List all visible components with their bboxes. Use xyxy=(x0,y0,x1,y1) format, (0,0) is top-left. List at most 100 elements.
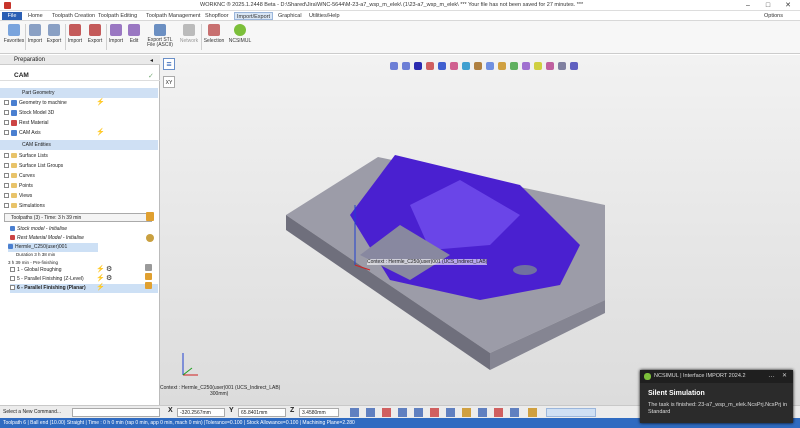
tp-global-roughing[interactable]: 1 - Global Roughing xyxy=(10,266,61,275)
view-icon[interactable] xyxy=(390,62,398,70)
maximize-button[interactable]: □ xyxy=(758,0,778,11)
snap-icon[interactable] xyxy=(398,408,407,417)
checkbox[interactable] xyxy=(4,153,9,159)
import-button-3[interactable]: Import xyxy=(108,24,124,44)
view-icon[interactable] xyxy=(426,62,434,70)
menu-toolpath-editing[interactable]: Toolpath Editing xyxy=(96,12,139,20)
tree-item-views[interactable]: Views xyxy=(4,192,32,201)
checkbox[interactable] xyxy=(10,285,15,291)
tree-item-stock-model-3d[interactable]: Stock Model 3D xyxy=(4,109,54,118)
snap-icon[interactable] xyxy=(366,408,375,417)
snap-icon[interactable] xyxy=(414,408,423,417)
z-coordinate-field[interactable]: 3.4580mm xyxy=(299,408,339,417)
lock-icon[interactable] xyxy=(145,264,152,271)
checkbox[interactable] xyxy=(4,130,9,136)
window-title: WORKNC ® 2025.1.2448 Beta - D:\Shared\Ji… xyxy=(200,2,584,8)
menu-file[interactable]: File xyxy=(2,12,22,20)
snap-icon[interactable] xyxy=(382,408,391,417)
view-icon[interactable] xyxy=(402,62,410,70)
view-icon[interactable] xyxy=(558,62,566,70)
checkbox[interactable] xyxy=(4,120,9,126)
3d-viewport[interactable]: ≡ XY Context : Hermle_C250(user)001 (UCS… xyxy=(160,55,800,405)
lock-icon[interactable] xyxy=(145,273,152,280)
x-coordinate-field[interactable]: -320.2567mm xyxy=(177,408,225,417)
part-model[interactable] xyxy=(160,55,800,405)
checkbox[interactable] xyxy=(10,276,15,282)
command-input[interactable] xyxy=(72,408,160,417)
tree-item-points[interactable]: Points xyxy=(4,182,33,191)
tree-item-simulations[interactable]: Simulations xyxy=(4,202,45,211)
tp-rest-material[interactable]: Rest Material Model - Initialise xyxy=(10,234,84,243)
view-icon[interactable] xyxy=(510,62,518,70)
tree-item-surface-lists[interactable]: Surface Lists xyxy=(4,152,48,161)
network-button[interactable]: Network xyxy=(178,24,200,44)
tp-stock-model[interactable]: Stock model - Initialise xyxy=(10,225,67,234)
settings-icon[interactable] xyxy=(146,234,154,242)
menu-toolpath-management[interactable]: Toolpath Management xyxy=(144,12,202,20)
snap-icon[interactable] xyxy=(350,408,359,417)
tree-item-surface-list-groups[interactable]: Surface List Groups xyxy=(4,162,63,171)
menu-utilities-help[interactable]: Utilities/Help xyxy=(307,12,342,20)
lock-icon[interactable] xyxy=(145,282,152,289)
menu-graphical[interactable]: Graphical xyxy=(276,12,304,20)
import-button[interactable]: Import xyxy=(27,24,43,44)
snap-icon[interactable] xyxy=(446,408,455,417)
snap-icon[interactable] xyxy=(478,408,487,417)
tree-item-curves[interactable]: Curves xyxy=(4,172,35,181)
checkbox[interactable] xyxy=(4,173,9,179)
snap-icon[interactable] xyxy=(510,408,519,417)
favorites-button[interactable]: Favorites xyxy=(3,24,25,44)
checkbox[interactable] xyxy=(4,163,9,169)
export-button-2[interactable]: Export xyxy=(86,24,104,44)
tp-parallel-finishing-z[interactable]: 5 - Parallel Finishing (Z-Level) xyxy=(10,275,84,284)
view-icon[interactable] xyxy=(486,62,494,70)
menu-shopfloor[interactable]: Shopfloor xyxy=(203,12,231,20)
export-button[interactable]: Export xyxy=(45,24,63,44)
view-icon[interactable] xyxy=(414,62,422,70)
edit-button[interactable]: Edit xyxy=(127,24,141,44)
close-icon[interactable]: ✕ xyxy=(782,372,787,379)
menu-home[interactable]: Home xyxy=(26,12,45,20)
checkbox[interactable] xyxy=(4,203,9,209)
notification-toast[interactable]: NCSIMUL | Interface IMPORT 2024.2 … ✕ Si… xyxy=(640,370,793,423)
snap-icon[interactable] xyxy=(462,408,471,417)
tp-parallel-finishing-planar[interactable]: 6 - Parallel Finishing (Planar) xyxy=(10,284,158,293)
view-icon[interactable] xyxy=(522,62,530,70)
toolpaths-header[interactable]: Toolpaths (3) - Time: 3 h 39 min xyxy=(4,213,152,222)
toolpath-tool-icon[interactable] xyxy=(146,212,154,221)
panel-pin-icon[interactable]: ◂ xyxy=(150,57,153,64)
close-button[interactable]: ✕ xyxy=(778,0,798,11)
snap-icon[interactable] xyxy=(430,408,439,417)
menu-toolpath-creation[interactable]: Toolpath Creation xyxy=(50,12,97,20)
import-button-2[interactable]: Import xyxy=(67,24,83,44)
tree-item-cam-axis[interactable]: CAM Axis xyxy=(4,129,41,138)
section-part-geometry[interactable]: Part Geometry xyxy=(0,88,158,98)
view-icon[interactable] xyxy=(534,62,542,70)
more-options-icon[interactable]: … xyxy=(768,372,775,379)
view-icon[interactable] xyxy=(498,62,506,70)
tree-item-geometry-to-machine[interactable]: Geometry to machine xyxy=(4,99,67,108)
export-stl-button[interactable]: Export STL File (ASCII) xyxy=(143,24,177,48)
checkmark-icon[interactable]: ✓ xyxy=(148,72,154,80)
options-menu[interactable]: Options xyxy=(762,12,785,20)
view-icon[interactable] xyxy=(474,62,482,70)
view-icon[interactable] xyxy=(450,62,458,70)
checkbox[interactable] xyxy=(4,183,9,189)
ncsimul-button[interactable]: NCSIMUL xyxy=(228,24,252,44)
checkbox[interactable] xyxy=(10,267,15,273)
selection-button[interactable]: Selection xyxy=(203,24,225,44)
tree-item-rest-material[interactable]: Rest Material xyxy=(4,119,48,128)
view-icon[interactable] xyxy=(546,62,554,70)
section-cam-entities[interactable]: CAM Entities xyxy=(0,140,158,150)
view-icon[interactable] xyxy=(462,62,470,70)
snap-icon[interactable] xyxy=(494,408,503,417)
menu-import-export[interactable]: Import/Export xyxy=(234,12,274,20)
checkbox[interactable] xyxy=(4,100,9,106)
view-icon[interactable] xyxy=(570,62,578,70)
y-coordinate-field[interactable]: 65.8401mm xyxy=(238,408,286,417)
checkbox[interactable] xyxy=(4,193,9,199)
minimize-button[interactable]: – xyxy=(738,0,758,11)
checkbox[interactable] xyxy=(4,110,9,116)
snap-icon[interactable] xyxy=(528,408,537,417)
view-icon[interactable] xyxy=(438,62,446,70)
